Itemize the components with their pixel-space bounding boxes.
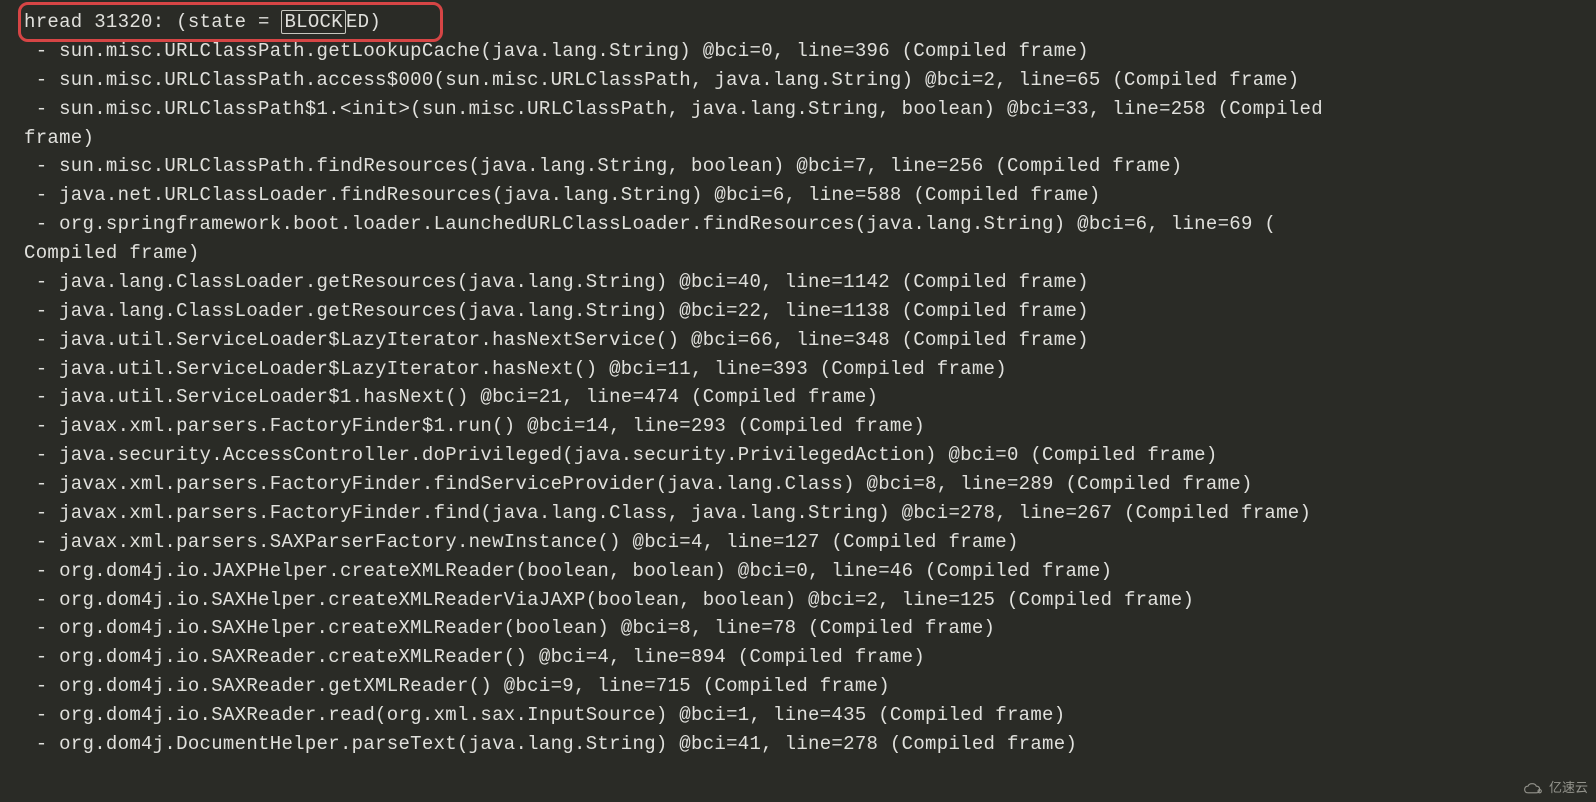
- stack-frame-line: - org.dom4j.io.SAXReader.getXMLReader() …: [24, 672, 1596, 701]
- stack-frame-line: - org.dom4j.DocumentHelper.parseText(jav…: [24, 730, 1596, 759]
- thread-state-suffix: ED): [346, 11, 381, 33]
- watermark-text: 亿速云: [1549, 778, 1588, 798]
- stack-frame-line: - sun.misc.URLClassPath.getLookupCache(j…: [24, 37, 1596, 66]
- stack-frame-line: - org.dom4j.io.SAXReader.read(org.xml.sa…: [24, 701, 1596, 730]
- thread-header-line: hread 31320: (state = BLOCKED): [24, 8, 1596, 37]
- watermark: 亿速云: [1523, 778, 1588, 798]
- stack-frame-line: - java.net.URLClassLoader.findResources(…: [24, 181, 1596, 210]
- stack-frame-line: - sun.misc.URLClassPath.access$000(sun.m…: [24, 66, 1596, 95]
- stack-frame-line: - java.util.ServiceLoader$LazyIterator.h…: [24, 326, 1596, 355]
- stack-frame-line: - javax.xml.parsers.SAXParserFactory.new…: [24, 528, 1596, 557]
- thread-state-box: BLOCK: [281, 10, 346, 34]
- stack-frame-line: - java.util.ServiceLoader$LazyIterator.h…: [24, 355, 1596, 384]
- thread-state-text: BLOCK: [284, 11, 343, 33]
- stack-frame-line: - sun.misc.URLClassPath.findResources(ja…: [24, 152, 1596, 181]
- cloud-icon: [1523, 781, 1543, 795]
- thread-header-prefix: hread 31320: (state =: [24, 11, 281, 33]
- terminal-output[interactable]: hread 31320: (state = BLOCKED) - sun.mis…: [0, 8, 1596, 759]
- stack-frame-line: frame): [24, 124, 1596, 153]
- stack-frame-line: - java.security.AccessController.doPrivi…: [24, 441, 1596, 470]
- stack-frame-line: - javax.xml.parsers.FactoryFinder$1.run(…: [24, 412, 1596, 441]
- stack-frame-line: - org.dom4j.io.JAXPHelper.createXMLReade…: [24, 557, 1596, 586]
- stack-frame-line: - org.dom4j.io.SAXHelper.createXMLReader…: [24, 614, 1596, 643]
- stack-frame-line: - org.dom4j.io.SAXReader.createXMLReader…: [24, 643, 1596, 672]
- stack-frame-line: - org.dom4j.io.SAXHelper.createXMLReader…: [24, 586, 1596, 615]
- stack-frame-line: - java.lang.ClassLoader.getResources(jav…: [24, 297, 1596, 326]
- stack-frame-line: - javax.xml.parsers.FactoryFinder.findSe…: [24, 470, 1596, 499]
- stack-frame-line: - org.springframework.boot.loader.Launch…: [24, 210, 1596, 239]
- stack-frame-line: - java.lang.ClassLoader.getResources(jav…: [24, 268, 1596, 297]
- stack-frame-line: Compiled frame): [24, 239, 1596, 268]
- stack-frame-line: - sun.misc.URLClassPath$1.<init>(sun.mis…: [24, 95, 1596, 124]
- stack-frame-line: - java.util.ServiceLoader$1.hasNext() @b…: [24, 383, 1596, 412]
- stack-frame-line: - javax.xml.parsers.FactoryFinder.find(j…: [24, 499, 1596, 528]
